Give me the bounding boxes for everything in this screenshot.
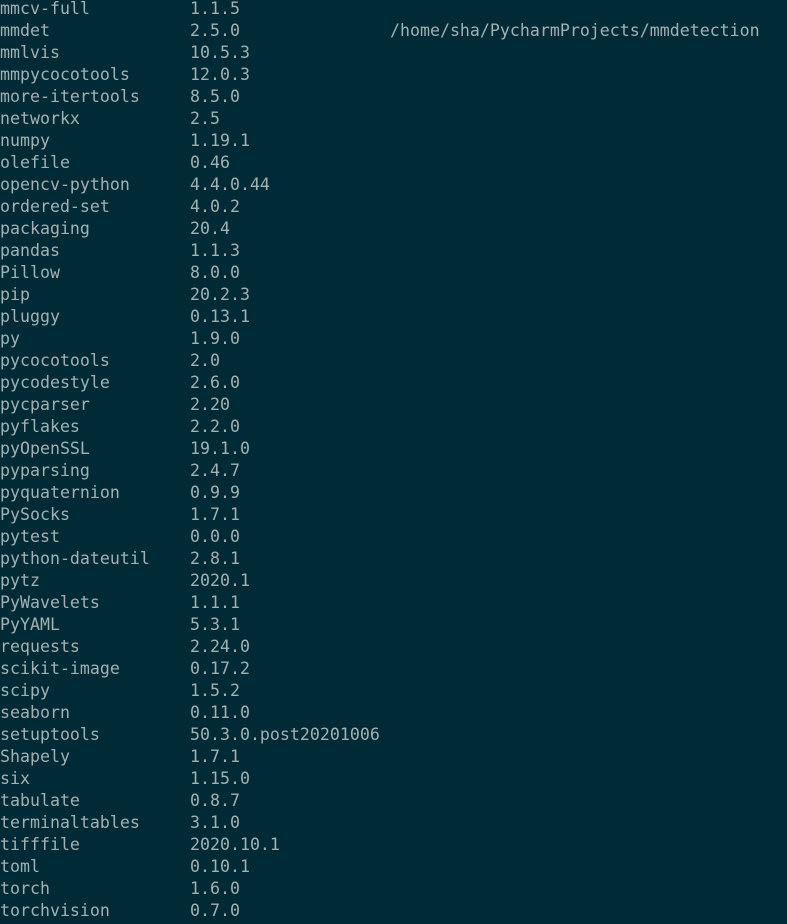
- package-version: 2020.10.1: [190, 835, 280, 854]
- package-version: 12.0.3: [190, 65, 250, 84]
- package-version: 0.46: [190, 153, 230, 172]
- package-version: 1.7.1: [190, 747, 240, 766]
- package-name: toml: [0, 857, 40, 876]
- package-name: PyWavelets: [0, 593, 100, 612]
- package-version: 1.15.0: [190, 769, 250, 788]
- package-name: pycodestyle: [0, 373, 110, 392]
- package-version: 2.5.0: [190, 21, 240, 40]
- package-name: requests: [0, 637, 80, 656]
- package-name: mmcv-full: [0, 0, 90, 18]
- package-version: 20.4: [190, 219, 230, 238]
- package-name: torchvision: [0, 901, 110, 920]
- package-name: pycocotools: [0, 351, 110, 370]
- package-version: 2020.1: [190, 571, 250, 590]
- package-name: pandas: [0, 241, 60, 260]
- package-name: six: [0, 769, 30, 788]
- package-version: 2.0: [190, 351, 220, 370]
- package-version: 1.19.1: [190, 131, 250, 150]
- package-version: 2.5: [190, 109, 220, 128]
- package-version: 1.6.0: [190, 879, 240, 898]
- package-name: tifffile: [0, 835, 80, 854]
- package-version: 0.0.0: [190, 527, 240, 546]
- package-name: terminaltables: [0, 813, 140, 832]
- package-name: py: [0, 329, 20, 348]
- package-name: pyparsing: [0, 461, 90, 480]
- package-name: opencv-python: [0, 175, 130, 194]
- package-name: ordered-set: [0, 197, 110, 216]
- package-name: pluggy: [0, 307, 60, 326]
- package-version: 0.13.1: [190, 307, 250, 326]
- package-version: 1.5.2: [190, 681, 240, 700]
- package-version: 0.17.2: [190, 659, 250, 678]
- package-name: tabulate: [0, 791, 80, 810]
- package-version: 10.5.3: [190, 43, 250, 62]
- package-name: pytest: [0, 527, 60, 546]
- package-name: pyOpenSSL: [0, 439, 90, 458]
- package-version: 2.4.7: [190, 461, 240, 480]
- package-version: 19.1.0: [190, 439, 250, 458]
- package-name: torch: [0, 879, 50, 898]
- package-name: scipy: [0, 681, 50, 700]
- package-name: Pillow: [0, 263, 60, 282]
- package-name: pyflakes: [0, 417, 80, 436]
- package-name: pip: [0, 285, 30, 304]
- package-name: networkx: [0, 109, 80, 128]
- package-version: 0.9.9: [190, 483, 240, 502]
- package-name: Shapely: [0, 747, 70, 766]
- package-version: 1.9.0: [190, 329, 240, 348]
- package-version: 2.2.0: [190, 417, 240, 436]
- package-version: 8.5.0: [190, 87, 240, 106]
- package-name: setuptools: [0, 725, 100, 744]
- package-version: 0.8.7: [190, 791, 240, 810]
- package-name: scikit-image: [0, 659, 120, 678]
- package-name: pytz: [0, 571, 40, 590]
- package-version: 0.10.1: [190, 857, 250, 876]
- package-name: more-itertools: [0, 87, 140, 106]
- package-name: mmpycocotools: [0, 65, 130, 84]
- package-name: python-dateutil: [0, 549, 150, 568]
- package-version: 8.0.0: [190, 263, 240, 282]
- package-version: 5.3.1: [190, 615, 240, 634]
- package-name: PySocks: [0, 505, 70, 524]
- package-version: 1.7.1: [190, 505, 240, 524]
- package-name: pycparser: [0, 395, 90, 414]
- package-version: 4.4.0.44: [190, 175, 270, 194]
- package-version: 1.1.3: [190, 241, 240, 260]
- package-name: packaging: [0, 219, 90, 238]
- package-version: 3.1.0: [190, 813, 240, 832]
- package-version: 1.1.1: [190, 593, 240, 612]
- package-version: 0.7.0: [190, 901, 240, 920]
- package-name: olefile: [0, 153, 70, 172]
- package-name: PyYAML: [0, 615, 60, 634]
- package-version: 2.24.0: [190, 637, 250, 656]
- package-name: seaborn: [0, 703, 70, 722]
- package-version: 1.1.5: [190, 0, 240, 18]
- package-version: 2.8.1: [190, 549, 240, 568]
- package-version: 2.6.0: [190, 373, 240, 392]
- package-version: 2.20: [190, 395, 230, 414]
- package-name: mmlvis: [0, 43, 60, 62]
- package-name: numpy: [0, 131, 50, 150]
- package-version: 0.11.0: [190, 703, 250, 722]
- package-version: 4.0.2: [190, 197, 240, 216]
- package-name: mmdet: [0, 21, 50, 40]
- package-name: pyquaternion: [0, 483, 120, 502]
- package-version: 20.2.3: [190, 285, 250, 304]
- package-location: /home/sha/PycharmProjects/mmdetection: [390, 21, 760, 40]
- package-version: 50.3.0.post20201006: [190, 725, 380, 744]
